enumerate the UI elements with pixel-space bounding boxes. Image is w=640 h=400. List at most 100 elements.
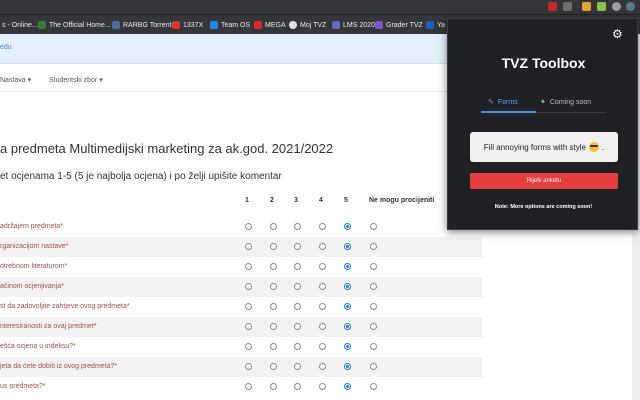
bookmark-label: s - Online... [2,21,38,29]
rating-radio[interactable] [294,303,301,310]
page-icon [112,21,120,29]
rating-radio[interactable] [270,363,277,370]
bookmark-item[interactable]: LMS 2020 [332,19,375,31]
avatar[interactable] [626,2,635,11]
column-header: 2 [270,197,274,204]
rating-radio[interactable] [245,263,252,270]
column-header: 1 [245,197,249,204]
solve-survey-button[interactable]: Riješi anketu [470,173,618,189]
rating-radio[interactable] [245,243,252,250]
rating-radio[interactable] [245,223,252,230]
rating-radio[interactable] [294,223,301,230]
rating-radio[interactable] [370,263,377,270]
rating-radio[interactable] [319,223,326,230]
nav-item-studentski-zbor[interactable]: Studentski zbor ▾ [49,76,103,84]
rating-radio[interactable] [270,303,277,310]
rating-radio[interactable] [245,383,252,390]
extension-icon[interactable] [597,2,606,11]
table-row: us predmeta?* [0,377,482,397]
gear-icon[interactable]: ⚙ [612,27,623,41]
rating-radio[interactable] [344,303,351,310]
rating-radio[interactable] [319,243,326,250]
rating-radio[interactable] [270,223,277,230]
bookmark-label: Grader TVZ [386,21,423,29]
rating-radio[interactable] [245,303,252,310]
extension-icon[interactable] [582,2,591,11]
extension-icon[interactable] [548,2,557,11]
rating-radio[interactable] [344,283,351,290]
page-icon [332,21,340,29]
rating-radio[interactable] [270,243,277,250]
rating-radio[interactable] [319,283,326,290]
bookmark-label: LMS 2020 [343,21,375,29]
rating-radio[interactable] [370,243,377,250]
column-header: Ne mogu procijeniti [369,197,435,204]
rating-radio[interactable] [344,223,351,230]
bookmark-item[interactable]: 1337X [172,19,203,31]
rating-radio[interactable] [344,263,351,270]
bookmark-item[interactable]: The Official Home... [38,19,111,31]
popup-title: TVZ Toolbox [501,55,586,71]
question-label: ešća ocjena u indeksu?* [0,343,76,350]
rating-radio[interactable] [344,383,351,390]
tab-forms[interactable]: ✎ Forms [488,91,518,113]
rating-radio[interactable] [370,383,377,390]
rating-radio[interactable] [245,343,252,350]
bookmark-item[interactable]: s - Online... [2,19,38,31]
rating-radio[interactable] [344,323,351,330]
rating-radio[interactable] [370,223,377,230]
site-brand[interactable]: edu [0,44,12,51]
rating-radio[interactable] [319,363,326,370]
rating-radio[interactable] [270,383,277,390]
extension-icon[interactable] [563,2,572,11]
rating-radio[interactable] [319,263,326,270]
question-label: otrebnom literaturom* [0,263,68,270]
rating-radio[interactable] [370,363,377,370]
bookmark-item[interactable]: Moj TVZ [289,19,326,31]
rating-radio[interactable] [319,343,326,350]
rating-radio[interactable] [245,283,252,290]
rating-radio[interactable] [270,283,277,290]
tab-coming-soon[interactable]: ✦ Coming soon [540,91,591,113]
rating-radio[interactable] [270,263,277,270]
rating-radio[interactable] [270,343,277,350]
rating-radio[interactable] [294,263,301,270]
rating-radio[interactable] [370,303,377,310]
rating-radio[interactable] [294,283,301,290]
rating-radio[interactable] [370,343,377,350]
rating-radio[interactable] [294,243,301,250]
bookmark-item[interactable]: RARBG Torrents [112,19,175,31]
rating-radio[interactable] [319,323,326,330]
rating-radio[interactable] [370,283,377,290]
bookmark-label: Moj TVZ [300,21,327,29]
bookmark-item[interactable]: MEGA [254,19,286,31]
page-title: a predmeta Multimedijski marketing za ak… [0,141,334,156]
rating-radio[interactable] [270,323,277,330]
rating-radio[interactable] [344,363,351,370]
rating-radio[interactable] [245,323,252,330]
rating-radio[interactable] [245,363,252,370]
rating-radio[interactable] [319,383,326,390]
bookmark-label: RARBG Torrents [123,21,175,29]
rating-radio[interactable] [344,343,351,350]
column-header: 5 [344,197,348,204]
rating-radio[interactable] [344,243,351,250]
rating-radio[interactable] [370,323,377,330]
page-icon [289,21,297,29]
rating-radio[interactable] [294,323,301,330]
rating-radio[interactable] [294,383,301,390]
page-icon [210,21,218,29]
bookmark-item[interactable]: Team OS [210,19,250,31]
puzzle-icon[interactable] [612,2,621,11]
table-row: adržajem predmeta* [0,217,482,237]
question-label: adržajem predmeta* [0,223,64,230]
page-subtitle: et ocjenama 1-5 (5 je najbolja ocjena) i… [0,171,282,182]
bookmark-item[interactable]: Ya [426,19,445,31]
rating-radio[interactable] [294,363,301,370]
nav-item-nastava[interactable]: Nastava ▾ [0,76,31,84]
column-header: 4 [319,197,323,204]
rating-radio[interactable] [294,343,301,350]
bookmark-item[interactable]: Grader TVZ [375,19,423,31]
table-row: ačinom ocjenjivanja* [0,277,482,297]
rating-radio[interactable] [319,303,326,310]
